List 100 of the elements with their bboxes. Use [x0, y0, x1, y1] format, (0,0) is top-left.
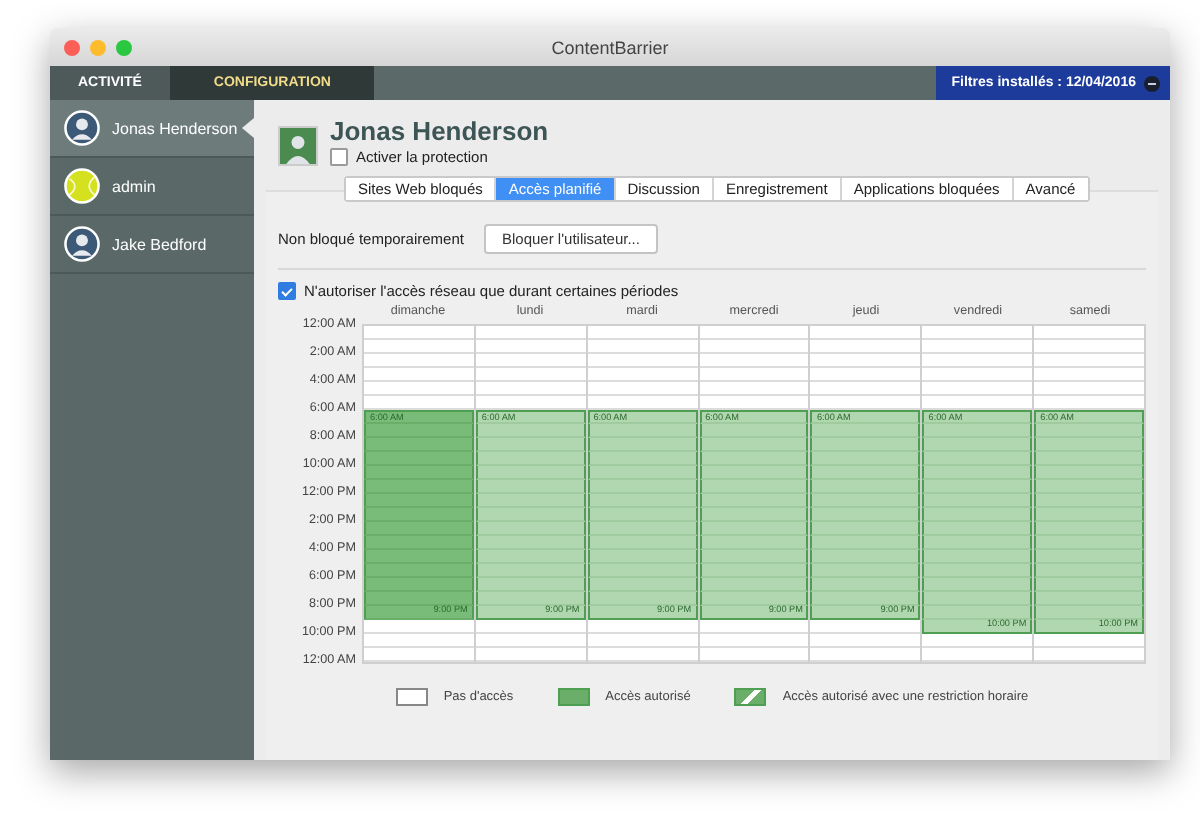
hour-slot[interactable] — [922, 494, 1033, 508]
hour-slot[interactable] — [699, 550, 809, 564]
hour-slot[interactable] — [475, 466, 586, 480]
user-item[interactable]: Jonas Henderson — [50, 100, 254, 158]
hour-slot[interactable] — [364, 494, 474, 508]
hour-slot[interactable] — [922, 480, 1033, 494]
hour-slot[interactable] — [587, 536, 698, 550]
hour-slot[interactable] — [1034, 522, 1145, 536]
hour-slot[interactable] — [475, 578, 586, 592]
hour-slot[interactable] — [1034, 508, 1145, 522]
hour-slot[interactable] — [810, 438, 921, 452]
hour-slot[interactable] — [810, 466, 921, 480]
hour-slot[interactable] — [699, 438, 809, 452]
hour-slot[interactable] — [587, 578, 698, 592]
hour-slot[interactable] — [364, 522, 474, 536]
hour-slot[interactable] — [475, 536, 586, 550]
hour-slot[interactable] — [364, 508, 474, 522]
hour-slot[interactable] — [1034, 452, 1145, 466]
hour-slot[interactable] — [699, 564, 809, 578]
hour-slot[interactable] — [364, 550, 474, 564]
hour-slot[interactable] — [922, 536, 1033, 550]
hour-slot[interactable] — [810, 536, 921, 550]
hour-slot[interactable] — [475, 480, 586, 494]
hour-slot[interactable] — [810, 578, 921, 592]
hour-slot[interactable] — [1034, 480, 1145, 494]
hour-slot[interactable] — [587, 480, 698, 494]
hour-slot[interactable] — [1034, 494, 1145, 508]
hour-slot[interactable] — [587, 438, 698, 452]
hour-slot[interactable] — [364, 536, 474, 550]
hour-slot[interactable] — [810, 424, 921, 438]
hour-slot[interactable] — [587, 508, 698, 522]
hour-slot[interactable] — [364, 452, 474, 466]
hour-slot[interactable] — [587, 452, 698, 466]
hour-slot[interactable] — [699, 494, 809, 508]
hour-slot[interactable] — [1034, 606, 1145, 620]
hour-slot[interactable] — [699, 522, 809, 536]
zoom-icon[interactable] — [116, 39, 132, 55]
hour-slot[interactable] — [475, 592, 586, 606]
hour-slot[interactable] — [922, 452, 1033, 466]
hour-slot[interactable] — [475, 550, 586, 564]
hour-slot[interactable] — [922, 606, 1033, 620]
hour-slot[interactable] — [699, 424, 809, 438]
minimize-icon[interactable] — [90, 39, 106, 55]
hour-slot[interactable] — [587, 564, 698, 578]
hour-slot[interactable] — [922, 424, 1033, 438]
hour-slot[interactable] — [475, 438, 586, 452]
hour-slot[interactable] — [810, 592, 921, 606]
hour-slot[interactable] — [587, 494, 698, 508]
hour-slot[interactable] — [922, 578, 1033, 592]
hour-slot[interactable] — [810, 550, 921, 564]
hour-slot[interactable] — [922, 550, 1033, 564]
hour-slot[interactable] — [922, 438, 1033, 452]
hour-slot[interactable] — [364, 564, 474, 578]
hour-slot[interactable] — [364, 466, 474, 480]
hour-slot[interactable] — [1034, 536, 1145, 550]
hour-slot[interactable] — [810, 480, 921, 494]
hour-slot[interactable] — [810, 564, 921, 578]
hour-slot[interactable] — [1034, 424, 1145, 438]
hour-slot[interactable] — [364, 438, 474, 452]
minus-icon[interactable] — [1144, 75, 1160, 91]
hour-slot[interactable] — [1034, 438, 1145, 452]
hour-slot[interactable] — [587, 550, 698, 564]
hour-slot[interactable] — [699, 452, 809, 466]
hour-slot[interactable] — [922, 508, 1033, 522]
hour-slot[interactable] — [922, 466, 1033, 480]
hour-slot[interactable] — [1034, 592, 1145, 606]
hour-slot[interactable] — [475, 522, 586, 536]
hour-slot[interactable] — [587, 466, 698, 480]
hour-slot[interactable] — [810, 452, 921, 466]
hour-slot[interactable] — [699, 480, 809, 494]
hour-slot[interactable] — [1034, 564, 1145, 578]
restrict-checkbox[interactable] — [278, 282, 296, 300]
hour-slot[interactable] — [587, 522, 698, 536]
hour-slot[interactable] — [699, 536, 809, 550]
hour-slot[interactable] — [922, 522, 1033, 536]
hour-slot[interactable] — [810, 522, 921, 536]
hour-slot[interactable] — [699, 592, 809, 606]
hour-slot[interactable] — [1034, 466, 1145, 480]
close-icon[interactable] — [64, 39, 80, 55]
hour-slot[interactable] — [699, 578, 809, 592]
hour-slot[interactable] — [587, 592, 698, 606]
hour-slot[interactable] — [475, 494, 586, 508]
hour-slot[interactable] — [364, 592, 474, 606]
hour-slot[interactable] — [1034, 578, 1145, 592]
user-item[interactable]: admin — [50, 158, 254, 216]
hour-slot[interactable] — [810, 508, 921, 522]
hour-slot[interactable] — [475, 452, 586, 466]
hour-slot[interactable] — [699, 508, 809, 522]
hour-slot[interactable] — [699, 466, 809, 480]
hour-slot[interactable] — [364, 578, 474, 592]
protection-checkbox[interactable] — [330, 148, 348, 166]
hour-slot[interactable] — [810, 494, 921, 508]
hour-slot[interactable] — [364, 424, 474, 438]
hour-slot[interactable] — [475, 424, 586, 438]
hour-slot[interactable] — [475, 564, 586, 578]
hour-slot[interactable] — [475, 508, 586, 522]
hour-slot[interactable] — [1034, 550, 1145, 564]
hour-slot[interactable] — [922, 564, 1033, 578]
user-item[interactable]: Jake Bedford — [50, 216, 254, 274]
hour-slot[interactable] — [922, 592, 1033, 606]
